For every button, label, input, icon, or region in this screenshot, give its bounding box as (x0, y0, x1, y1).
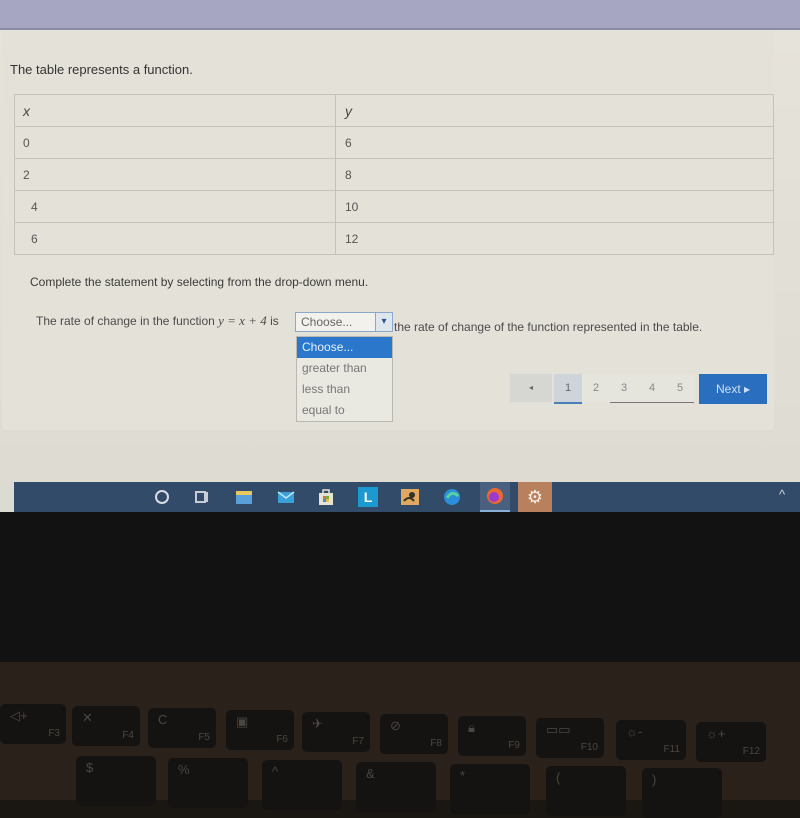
key-f6: ▣ F6 (226, 710, 294, 750)
cell-x: 2 (14, 158, 336, 191)
cell-x: 6 (14, 222, 336, 255)
table-row: 2 8 (14, 158, 774, 191)
header-y: y (335, 94, 774, 127)
screen: The table represents a function. x y 0 6… (0, 0, 800, 512)
table-row: 6 12 (14, 222, 774, 255)
tray-chevron-icon[interactable]: ^ (772, 487, 792, 507)
firefox-icon[interactable] (480, 482, 510, 512)
edge-icon[interactable] (442, 487, 462, 507)
cell-x: 4 (14, 190, 336, 223)
quiz-page: The table represents a function. x y 0 6… (0, 30, 800, 482)
page-2-button[interactable]: 2 (582, 374, 610, 402)
key-f5: C F5 (148, 708, 216, 748)
table-row: 0 6 (14, 126, 774, 159)
mail-icon[interactable] (276, 487, 296, 507)
app-l-icon[interactable]: L (358, 487, 378, 507)
photo-app-icon[interactable] (400, 487, 420, 507)
function-table: x y 0 6 2 8 4 10 6 12 (14, 94, 774, 255)
table-header-row: x y (14, 94, 774, 127)
key-f3: ◁+ F3 (0, 704, 66, 744)
key-asterisk: * (450, 764, 530, 814)
cell-y: 6 (335, 126, 774, 159)
statement-prefix: The rate of change in the function y = x… (36, 313, 279, 329)
page-1-button[interactable]: 1 (554, 374, 582, 404)
next-button[interactable]: Next ▸ (699, 374, 767, 404)
store-icon[interactable] (316, 487, 336, 507)
cell-y: 12 (335, 222, 774, 255)
file-explorer-icon[interactable] (234, 487, 254, 507)
table-row: 4 10 (14, 190, 774, 223)
pagination: ◂ 1 2 3 4 5 (510, 374, 694, 404)
dropdown-menu: Choose... greater than less than equal t… (296, 336, 393, 422)
chevron-down-icon[interactable]: ▾ (375, 313, 392, 331)
prev-page-button[interactable]: ◂ (510, 374, 552, 402)
question-card: The table represents a function. x y 0 6… (2, 30, 774, 430)
statement-is: is (270, 314, 279, 328)
key-f12: ☼+ F12 (696, 722, 766, 762)
cell-x: 0 (14, 126, 336, 159)
key-f4: ✕ F4 (72, 706, 140, 746)
browser-chrome (0, 0, 800, 30)
taskbar: L ⚙ ^ (14, 482, 800, 512)
page-5-button[interactable]: 5 (666, 374, 694, 403)
dropdown-option-greater-than[interactable]: greater than (297, 358, 392, 379)
page-3-button[interactable]: 3 (610, 374, 638, 403)
header-x: x (14, 94, 336, 127)
question-intro: The table represents a function. (10, 62, 193, 77)
key-f10: ▭▭ F10 (536, 718, 604, 758)
search-icon[interactable] (152, 487, 172, 507)
page-4-button[interactable]: 4 (638, 374, 666, 403)
cell-y: 10 (335, 190, 774, 223)
settings-icon[interactable]: ⚙ (518, 482, 552, 512)
laptop-bezel (0, 512, 800, 662)
dropdown-option-choose[interactable]: Choose... (297, 337, 392, 358)
cell-y: 8 (335, 158, 774, 191)
key-paren-left: ( (546, 766, 626, 816)
dropdown-option-equal-to[interactable]: equal to (297, 400, 392, 421)
key-f11: ☼- F11 (616, 720, 686, 760)
task-view-icon[interactable] (192, 487, 212, 507)
instruction-text: Complete the statement by selecting from… (30, 275, 369, 289)
key-ampersand: & (356, 762, 436, 812)
keyboard-deck: ◁+ F3 ✕ F4 C F5 ▣ F6 ✈ F7 ⊘ F8 🔒︎ F9 ▭▭ F10 ☼- F1… (0, 662, 800, 818)
rate-comparison-select[interactable]: Choose... ▾ (295, 312, 393, 332)
key-dollar: $ (76, 756, 156, 806)
key-paren-right: ) (642, 768, 722, 818)
select-value: Choose... (301, 315, 353, 329)
key-f9: 🔒︎ F9 (458, 716, 526, 756)
key-f8: ⊘ F8 (380, 714, 448, 754)
key-percent: % (168, 758, 248, 808)
statement-suffix: the rate of change of the function repre… (394, 320, 703, 334)
statement-before: The rate of change in the function (36, 314, 215, 328)
key-f7: ✈ F7 (302, 712, 370, 752)
dropdown-option-less-than[interactable]: less than (297, 379, 392, 400)
key-caret: ^ (262, 760, 342, 810)
equation: y = x + 4 (218, 313, 267, 328)
